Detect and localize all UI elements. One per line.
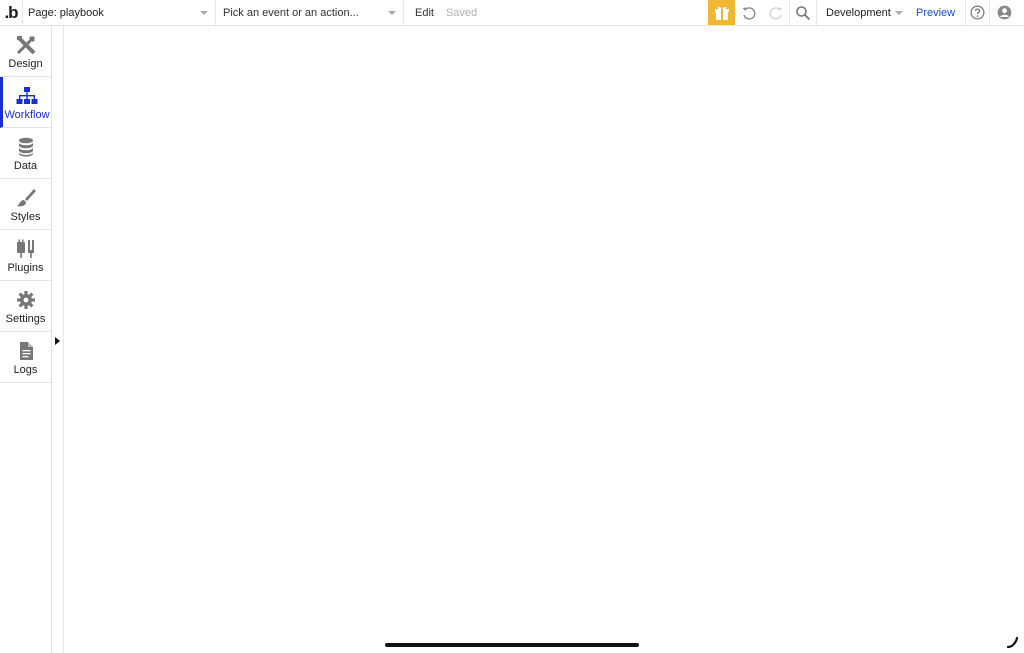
gift-button[interactable]	[708, 0, 735, 25]
database-icon	[18, 137, 33, 157]
page-selector[interactable]: Page: playbook	[22, 0, 215, 25]
event-action-placeholder: Pick an event or an action...	[223, 6, 359, 19]
gear-icon	[16, 291, 35, 309]
sidebar-item-label: Styles	[10, 211, 41, 223]
search-button[interactable]	[789, 0, 816, 25]
chevron-down-icon	[388, 11, 396, 15]
edit-menu-button[interactable]: Edit	[415, 7, 434, 19]
chevron-down-icon	[200, 11, 208, 15]
preview-link[interactable]: Preview	[913, 0, 965, 25]
sidebar-item-styles[interactable]: Styles	[0, 179, 51, 230]
sidebar-item-label: Settings	[5, 313, 46, 325]
left-nav-sidebar: Design Workflow Data Styles Plugins Sett…	[0, 26, 52, 653]
workflow-tree-icon	[16, 87, 38, 104]
search-icon	[796, 5, 811, 20]
user-avatar-icon	[997, 5, 1012, 20]
help-button[interactable]	[965, 0, 989, 25]
sidebar-item-label: Logs	[13, 364, 38, 376]
gift-icon	[714, 6, 729, 20]
redo-icon	[769, 6, 782, 20]
document-icon	[19, 342, 33, 360]
resize-handle-icon[interactable]	[1006, 635, 1020, 649]
undo-button[interactable]	[735, 0, 762, 25]
sidebar-item-label: Data	[13, 160, 38, 172]
help-icon	[970, 5, 985, 20]
environment-label: Development	[826, 6, 891, 19]
plug-icon	[16, 239, 34, 258]
expand-panel-arrow-icon[interactable]	[55, 337, 60, 345]
undo-icon	[742, 6, 755, 20]
sidebar-item-workflow[interactable]: Workflow	[0, 77, 51, 128]
environment-selector[interactable]: Development	[816, 0, 913, 25]
redo-button[interactable]	[762, 0, 789, 25]
sidebar-item-label: Design	[8, 58, 43, 70]
sidebar-item-label: Workflow	[4, 109, 50, 121]
sidebar-item-settings[interactable]: Settings	[0, 281, 51, 332]
workflow-canvas[interactable]	[64, 26, 1024, 653]
edit-status-area: Edit Saved	[403, 0, 708, 25]
page-selector-label: Page: playbook	[28, 6, 104, 19]
paintbrush-icon	[16, 189, 36, 207]
design-tools-icon	[16, 35, 35, 55]
sidebar-item-data[interactable]: Data	[0, 128, 51, 179]
home-indicator[interactable]	[385, 643, 639, 647]
top-toolbar: .b Page: playbook Pick an event or an ac…	[0, 0, 1024, 26]
app-logo[interactable]: .b	[0, 0, 22, 25]
save-status-text: Saved	[445, 6, 478, 19]
account-button[interactable]	[989, 0, 1019, 25]
chevron-down-icon	[895, 11, 903, 15]
sidebar-item-label: Plugins	[7, 262, 44, 274]
event-action-picker[interactable]: Pick an event or an action...	[215, 0, 403, 25]
sidebar-item-logs[interactable]: Logs	[0, 332, 51, 383]
sidebar-item-plugins[interactable]: Plugins	[0, 230, 51, 281]
sidebar-item-design[interactable]: Design	[0, 26, 51, 77]
